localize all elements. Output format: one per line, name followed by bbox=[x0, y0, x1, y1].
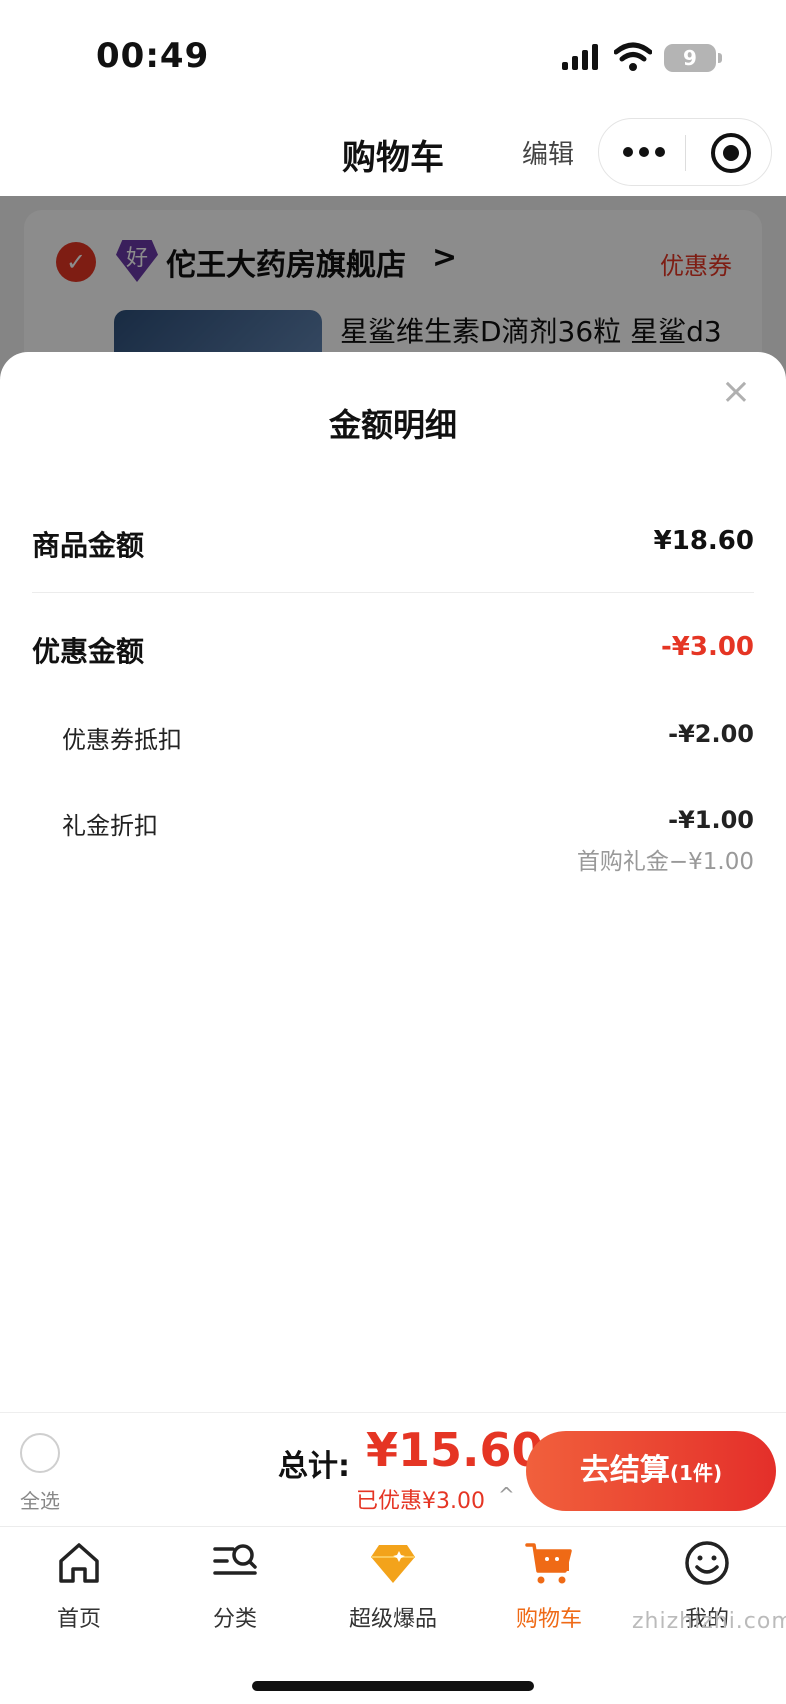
home-icon bbox=[59, 1543, 99, 1583]
select-all-checkbox[interactable] bbox=[20, 1433, 60, 1473]
tab-cart-label: 购物车 bbox=[515, 1607, 582, 1632]
status-time: 00:49 bbox=[96, 36, 210, 76]
coupon-deduction-value: -¥2.00 bbox=[668, 720, 754, 748]
discount-amount-value: -¥3.00 bbox=[660, 632, 754, 662]
tab-category-label: 分类 bbox=[212, 1607, 257, 1632]
tab-category[interactable]: 分类 bbox=[170, 1539, 300, 1639]
gift-discount-value: -¥1.00 bbox=[668, 806, 754, 834]
tab-home[interactable]: 首页 bbox=[14, 1539, 144, 1639]
tab-hot-products[interactable]: 超级爆品 bbox=[328, 1539, 458, 1639]
tab-cart[interactable]: 购物车 bbox=[484, 1539, 614, 1639]
nav-bar: 购物车 编辑 bbox=[0, 110, 786, 196]
gift-discount-label: 礼金折扣 bbox=[62, 812, 158, 840]
select-all-label[interactable]: 全选 bbox=[20, 1485, 60, 1514]
tab-home-label: 首页 bbox=[56, 1607, 101, 1632]
miniprogram-capsule bbox=[598, 118, 772, 186]
checkout-button[interactable]: 去结算(1件) bbox=[526, 1431, 776, 1511]
sheet-title: 金额明细 bbox=[328, 406, 457, 444]
tab-bar: 首页 分类 超级爆品 购物车 我的 zhizhizhi.com bbox=[0, 1526, 786, 1704]
diamond-icon bbox=[371, 1545, 415, 1583]
total-amount: ¥15.60 bbox=[366, 1423, 544, 1477]
divider bbox=[32, 592, 754, 593]
capsule-divider bbox=[685, 135, 686, 171]
checkout-item-count: (1件) bbox=[669, 1461, 723, 1485]
tab-hot-products-label: 超级爆品 bbox=[348, 1607, 437, 1632]
cart-icon bbox=[525, 1543, 572, 1584]
smiley-face-icon bbox=[685, 1541, 729, 1585]
wifi-icon bbox=[614, 42, 652, 71]
watermark-text: zhizhizhi.com bbox=[632, 1609, 786, 1634]
battery-icon: 9 bbox=[664, 44, 716, 72]
more-icon[interactable] bbox=[623, 141, 665, 163]
battery-tip bbox=[718, 53, 722, 63]
cellular-signal-icon bbox=[562, 44, 602, 70]
total-label: 总计: bbox=[278, 1449, 350, 1484]
status-bar: 00:49 9 bbox=[0, 0, 786, 110]
close-icon[interactable]: × bbox=[716, 372, 756, 412]
goods-amount-value: ¥18.60 bbox=[653, 526, 754, 556]
coupon-deduction-label: 优惠券抵扣 bbox=[62, 726, 182, 754]
edit-button[interactable]: 编辑 bbox=[522, 134, 574, 171]
chevron-up-icon[interactable]: ^ bbox=[498, 1483, 515, 1507]
checkout-bar: 全选 总计: ¥15.60 已优惠¥3.00 ^ 去结算(1件) bbox=[0, 1412, 786, 1526]
goods-amount-label: 商品金额 bbox=[32, 529, 145, 562]
gift-discount-note: 首购礼金−¥1.00 bbox=[576, 849, 754, 875]
category-search-icon bbox=[213, 1544, 257, 1575]
checkout-button-label: 去结算 bbox=[579, 1453, 670, 1488]
discount-amount-label: 优惠金额 bbox=[32, 635, 145, 668]
amount-detail-sheet: 金额明细 × 商品金额 ¥18.60 优惠金额 -¥3.00 优惠券抵扣 -¥2… bbox=[0, 352, 786, 1412]
discount-summary[interactable]: 已优惠¥3.00 bbox=[356, 1483, 485, 1515]
close-miniprogram-icon[interactable] bbox=[711, 133, 751, 173]
home-indicator[interactable] bbox=[252, 1681, 534, 1691]
